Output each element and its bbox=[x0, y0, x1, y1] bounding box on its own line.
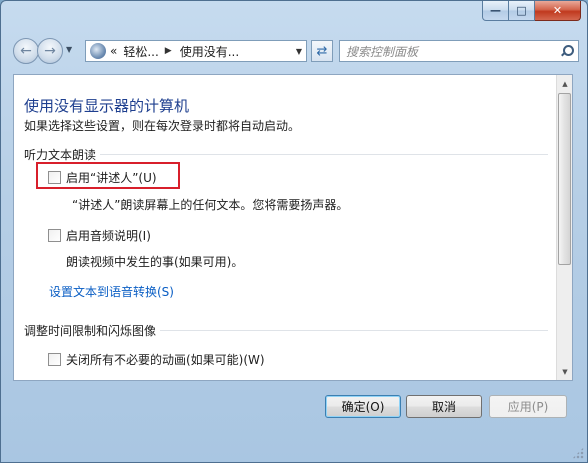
breadcrumb-separator-icon[interactable]: ▶ bbox=[165, 46, 172, 56]
breadcrumb-current-page[interactable]: 使用没有... bbox=[180, 43, 239, 60]
section-divider bbox=[100, 154, 548, 155]
audio-description-checkbox[interactable] bbox=[48, 229, 61, 242]
search-input[interactable]: 搜索控制面板 bbox=[346, 43, 418, 60]
maximize-icon: □ bbox=[516, 4, 527, 17]
vertical-scrollbar[interactable]: ▲ ▼ bbox=[556, 75, 572, 380]
address-bar[interactable]: « 轻松... ▶ 使用没有... ▼ bbox=[85, 40, 307, 62]
recent-pages-dropdown-icon[interactable]: ▼ bbox=[66, 45, 72, 54]
maximize-button[interactable]: □ bbox=[509, 1, 535, 21]
search-icon[interactable] bbox=[560, 45, 574, 57]
page-title: 使用没有显示器的计算机 bbox=[24, 97, 190, 115]
refresh-button[interactable]: ⇄ bbox=[311, 40, 333, 62]
section-heading-timing: 调整时间限制和闪烁图像 bbox=[24, 324, 157, 338]
animations-checkbox-label[interactable]: 关闭所有不必要的动画(如果可能)(W) bbox=[66, 351, 265, 368]
caption-buttons: — □ ✕ bbox=[482, 1, 581, 21]
ok-button[interactable]: 确定(O) bbox=[325, 395, 401, 418]
narrator-option[interactable]: 启用“讲述人”(U) bbox=[48, 169, 157, 186]
minimize-icon: — bbox=[490, 4, 501, 17]
audio-description-option[interactable]: 启用音频说明(I) bbox=[48, 227, 151, 244]
minimize-button[interactable]: — bbox=[482, 1, 509, 21]
animations-option[interactable]: 关闭所有不必要的动画(如果可能)(W) bbox=[48, 351, 265, 368]
navigation-bar: ← → ▼ « 轻松... ▶ 使用没有... ▼ ⇄ 搜索控制面板 bbox=[13, 37, 579, 65]
control-panel-window: — □ ✕ ← → ▼ « 轻松... ▶ 使用没有... ▼ ⇄ 搜索控制面板 bbox=[0, 0, 588, 463]
audio-description-text: 朗读视频中发生的事(如果可用)。 bbox=[66, 255, 244, 269]
breadcrumb-ease-of-access[interactable]: 轻松... bbox=[123, 43, 158, 60]
breadcrumb-overflow[interactable]: « bbox=[110, 44, 117, 58]
close-button[interactable]: ✕ bbox=[535, 1, 581, 21]
control-panel-icon bbox=[90, 43, 106, 59]
narrator-description: “讲述人”朗读屏幕上的任何文本。您将需要扬声器。 bbox=[72, 198, 349, 212]
resize-grip-icon[interactable] bbox=[572, 447, 584, 459]
scroll-up-icon[interactable]: ▲ bbox=[557, 75, 573, 92]
scroll-down-icon[interactable]: ▼ bbox=[557, 363, 573, 380]
back-arrow-icon: ← bbox=[20, 43, 32, 59]
scrollbar-thumb[interactable] bbox=[558, 93, 571, 265]
cancel-button[interactable]: 取消 bbox=[406, 395, 482, 418]
narrator-checkbox-label[interactable]: 启用“讲述人”(U) bbox=[66, 169, 157, 186]
animations-checkbox[interactable] bbox=[48, 353, 61, 366]
back-button[interactable]: ← bbox=[13, 38, 39, 64]
page-subtitle: 如果选择这些设置，则在每次登录时都将自动启动。 bbox=[24, 119, 301, 133]
forward-button[interactable]: → bbox=[37, 38, 63, 64]
section-divider bbox=[160, 330, 548, 331]
forward-arrow-icon: → bbox=[44, 43, 56, 59]
audio-description-checkbox-label[interactable]: 启用音频说明(I) bbox=[66, 227, 151, 244]
text-to-speech-link[interactable]: 设置文本到语音转换(S) bbox=[49, 283, 174, 300]
apply-button[interactable]: 应用(P) bbox=[489, 395, 567, 418]
refresh-icon: ⇄ bbox=[316, 43, 328, 59]
content-pane: 使用没有显示器的计算机 如果选择这些设置，则在每次登录时都将自动启动。 听力文本… bbox=[13, 74, 573, 381]
narrator-checkbox[interactable] bbox=[48, 171, 61, 184]
search-box[interactable]: 搜索控制面板 bbox=[339, 40, 579, 62]
section-heading-audio: 听力文本朗读 bbox=[24, 148, 97, 162]
address-dropdown-icon[interactable]: ▼ bbox=[296, 47, 302, 56]
close-icon: ✕ bbox=[552, 4, 563, 17]
